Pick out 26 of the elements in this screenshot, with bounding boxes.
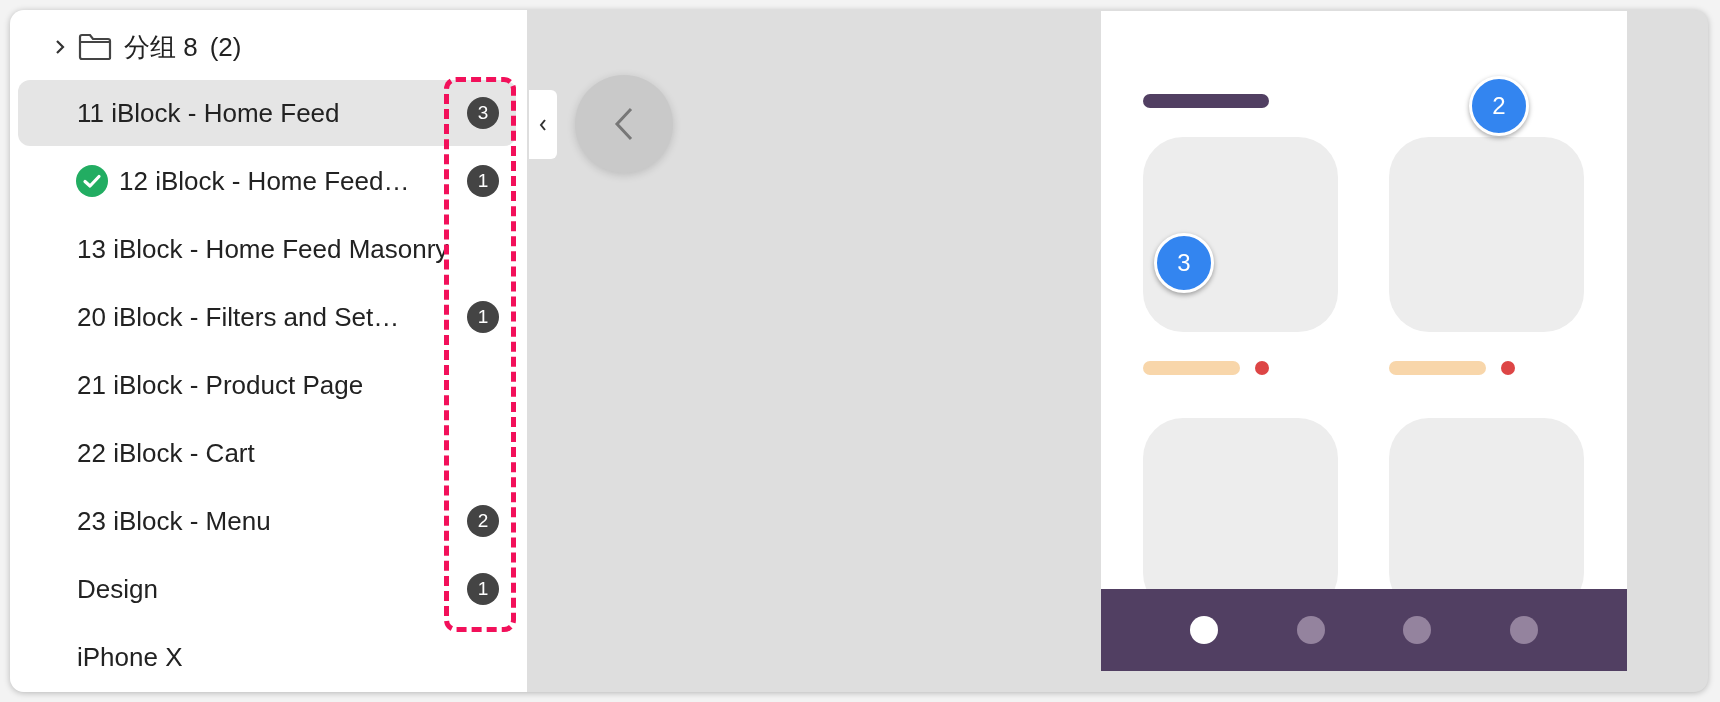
comment-count: 1: [467, 301, 499, 333]
chevron-icon[interactable]: [54, 39, 66, 55]
tab-dot[interactable]: [1190, 616, 1219, 644]
chevron-left-icon: [538, 117, 548, 132]
folder-name[interactable]: 分组 8: [124, 29, 198, 65]
comment-count: 2: [467, 505, 499, 537]
tab-dot[interactable]: [1509, 616, 1538, 644]
tab-dot[interactable]: [1296, 616, 1325, 644]
dot-icon: [1501, 361, 1515, 375]
page-item[interactable]: 21 iBlock - Product Page: [18, 352, 516, 418]
folder-count: (2): [209, 31, 242, 63]
comment-count: 1: [467, 573, 499, 605]
page-item[interactable]: 23 iBlock - Menu 2: [18, 488, 516, 554]
folder-icon: [78, 33, 112, 61]
page-item[interactable]: 13 iBlock - Home Feed Masonry: [18, 216, 516, 282]
page-item[interactable]: iPhone X: [18, 624, 516, 690]
comment-count: 1: [467, 165, 499, 197]
tab-dot[interactable]: [1403, 616, 1432, 644]
chevron-left-icon: [613, 106, 635, 142]
page-item[interactable]: 20 iBlock - Filters and Set… 1: [18, 284, 516, 350]
page-item[interactable]: 12 iBlock - Home Feed… 1: [18, 148, 516, 214]
page-item[interactable]: 22 iBlock - Cart: [18, 420, 516, 486]
page-item[interactable]: 11 iBlock - Home Feed 3: [18, 80, 516, 146]
page-item[interactable]: Design 1: [18, 556, 516, 622]
comment-count: 3: [467, 97, 499, 129]
dot-icon: [1255, 361, 1269, 375]
